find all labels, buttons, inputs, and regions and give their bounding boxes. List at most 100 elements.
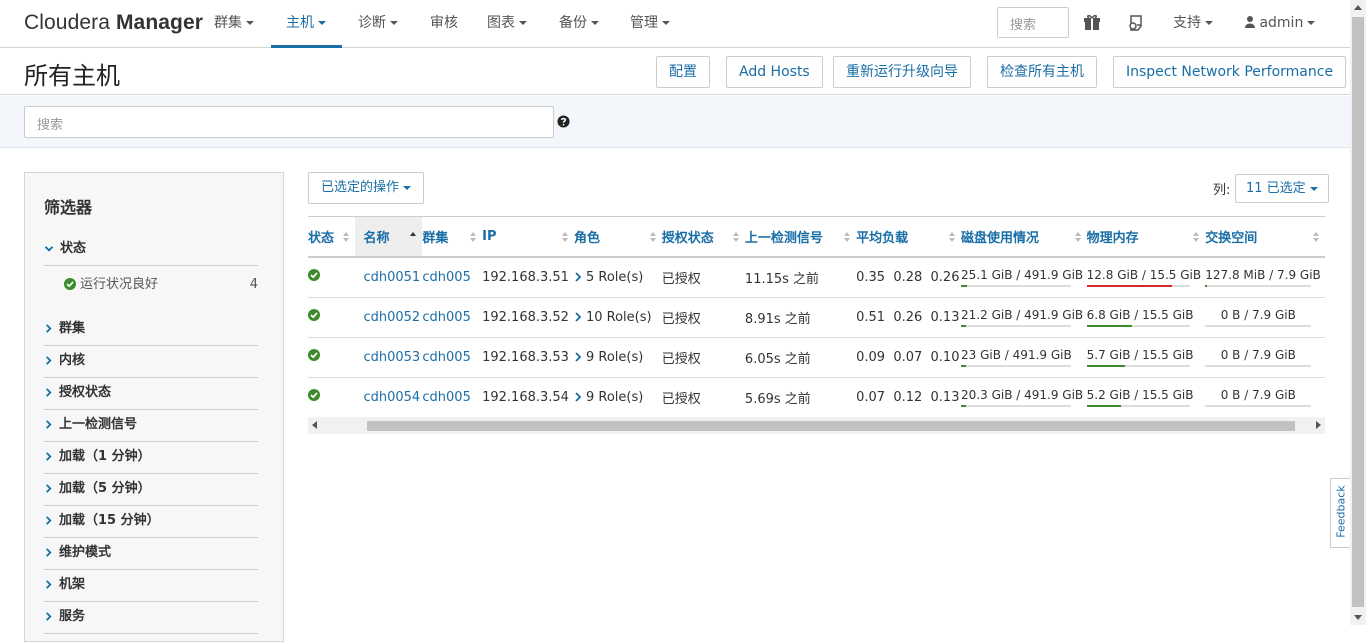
cluster-link[interactable]: cdh005 [422,350,470,365]
memory-cell: 12.8 GiB / 15.5 GiB [1086,257,1206,298]
column-header-swap[interactable]: 交换空间 [1205,217,1325,258]
filter-section[interactable]: 维护模式 [44,541,258,570]
gift-icon[interactable] [1083,14,1101,32]
load-cell: 0.51 0.26 0.13 [856,297,962,338]
scroll-down-icon[interactable] [1354,615,1362,620]
filter-section[interactable]: 机架 [44,573,258,602]
nav-charts-menu[interactable]: 图表 [487,0,527,48]
nav-clusters-menu[interactable]: 群集 [214,0,254,48]
nav-admin-menu[interactable]: 管理 [630,0,670,48]
filter-section[interactable]: 内核 [44,349,258,378]
column-header-ip[interactable]: IP [482,217,574,258]
column-header-heartbeat[interactable]: 上一检测信号 [744,217,857,258]
nav-support-menu[interactable]: 支持 [1173,0,1213,48]
cluster-link[interactable]: cdh005 [422,270,470,285]
host-name-link[interactable]: cdh0053 [363,350,420,365]
column-header-load[interactable]: 平均负载 [856,217,962,258]
filter-section[interactable]: 群集 [44,317,258,346]
usage-bar-fill [1086,364,1125,367]
page-vertical-scrollbar[interactable] [1350,0,1366,625]
scrollbar-thumb[interactable] [1352,17,1364,607]
selected-actions-button[interactable]: 已选定的操作 [308,172,425,204]
brand-logo[interactable]: Cloudera Manager [24,11,203,35]
sort-icon [844,232,851,242]
inspect-all-hosts-button[interactable]: 检查所有主机 [987,56,1097,88]
nav-diagnostics-menu[interactable]: 诊断 [358,0,398,48]
usage-bar-fill [1086,324,1132,327]
search-band: 搜索 [0,96,1350,148]
host-search-input[interactable]: 搜索 [24,106,554,138]
memory-usage-bar: 6.8 GiB / 15.5 GiB [1086,308,1194,327]
column-header-memory[interactable]: 物理内存 [1086,217,1206,258]
columns-selector-button[interactable]: 11 已选定 [1235,174,1329,203]
filter-section[interactable]: 加载（1 分钟） [44,445,258,474]
roles-cell[interactable]: 9 Role(s) [573,337,662,378]
filter-section[interactable]: 加载（5 分钟） [44,477,258,506]
inspect-network-performance-button[interactable]: Inspect Network Performance [1113,56,1347,88]
host-name-link[interactable]: cdh0051 [363,270,420,285]
filter-section-status[interactable]: 状态 [44,237,258,266]
column-header-auth[interactable]: 授权状态 [661,217,745,258]
usage-bar-fill [1086,284,1172,287]
caret-down-icon [1309,186,1318,191]
rerun-upgrade-wizard-button[interactable]: 重新运行升级向导 [833,56,971,88]
filter-section[interactable]: 授权状态 [44,381,258,410]
filter-section[interactable]: 加载（15 分钟） [44,509,258,538]
table-row[interactable]: cdh0053 cdh005 192.168.3.53 9 Role(s) 已授权 6.0… [308,337,1325,378]
table-row[interactable]: cdh0052 cdh005 192.168.3.52 10 Role(s) 已授权 8.… [308,297,1325,338]
cluster-link[interactable]: cdh005 [422,310,470,325]
caret-down-icon [1307,21,1316,25]
nav-audit-link[interactable]: 审核 [430,0,458,48]
help-icon[interactable] [557,115,570,128]
chevron-right-icon [46,420,52,429]
sort-icon [343,232,350,242]
chevron-right-icon [575,272,582,282]
filter-status-good[interactable]: 运行状况良好 4 [64,275,258,297]
table-row[interactable]: cdh0051 cdh005 192.168.3.51 5 Role(s) 已授权 11.… [308,257,1325,298]
configure-button[interactable]: 配置 [656,56,710,88]
chevron-right-icon [575,391,582,402]
filter-section[interactable]: 服务 [44,605,258,634]
column-header-status[interactable]: 状态 [308,217,356,258]
host-name-link[interactable]: cdh0052 [363,310,420,325]
scroll-right-icon[interactable] [1316,421,1321,429]
caret-down-icon [1205,21,1213,25]
nav-hosts-menu[interactable]: 主机 [271,0,342,48]
host-name-link[interactable]: cdh0054 [363,390,420,405]
roles-cell[interactable]: 10 Role(s) [573,297,662,338]
chevron-right-icon [46,516,52,525]
tasks-icon[interactable] [1127,14,1145,32]
nav-backup-menu[interactable]: 备份 [559,0,599,48]
disk-usage-bar: 21.2 GiB / 491.9 GiB [961,308,1083,327]
roles-cell[interactable]: 5 Role(s) [573,257,662,298]
scroll-up-icon[interactable] [1354,5,1362,10]
filter-panel: 筛选器 状态 运行状况良好 4 群集内核授权状态上一检测信号 加载（1 分钟） 加载… [24,172,284,642]
cluster-link[interactable]: cdh005 [422,390,470,405]
check-circle-icon [308,269,320,282]
scroll-left-icon[interactable] [312,421,317,429]
chevron-right-icon [46,452,52,461]
column-header-disk[interactable]: 磁盘使用情况 [961,217,1087,258]
table-horizontal-scrollbar[interactable] [308,417,1325,434]
table-row[interactable]: cdh0054 cdh005 192.168.3.54 9 Role(s) 已授权 5.6… [308,377,1325,417]
hosts-table-container: 状态 名称 群集 IP 角色 授权状态 上一检测信号 平均负载 磁盘使用情况 物理内存 交换空间 c… [308,216,1325,417]
scrollbar-thumb[interactable] [367,421,1295,431]
auth-cell: 已授权 [661,297,745,338]
heartbeat-cell: 6.05s 之前 [744,337,857,378]
nav-user-menu[interactable]: admin [1245,0,1316,48]
feedback-tab[interactable]: Feedback [1330,478,1350,548]
chevron-right-icon [46,388,52,397]
heartbeat-cell: 8.91s 之前 [744,297,857,338]
disk-usage-bar: 25.1 GiB / 491.9 GiB [961,268,1083,287]
caret-down-icon [318,21,326,25]
filter-title: 筛选器 [44,198,93,217]
filter-section[interactable]: 上一检测信号 [44,413,258,442]
add-hosts-button[interactable]: Add Hosts [726,56,823,88]
nav-search-input[interactable]: 搜索 [997,7,1069,38]
auth-cell: 已授权 [661,377,745,417]
column-header-roles[interactable]: 角色 [573,217,662,258]
column-header-cluster[interactable]: 群集 [422,217,483,258]
roles-cell[interactable]: 9 Role(s) [573,377,662,417]
column-header-name[interactable]: 名称 [355,217,423,258]
disk-usage-bar: 23 GiB / 491.9 GiB [961,348,1072,367]
